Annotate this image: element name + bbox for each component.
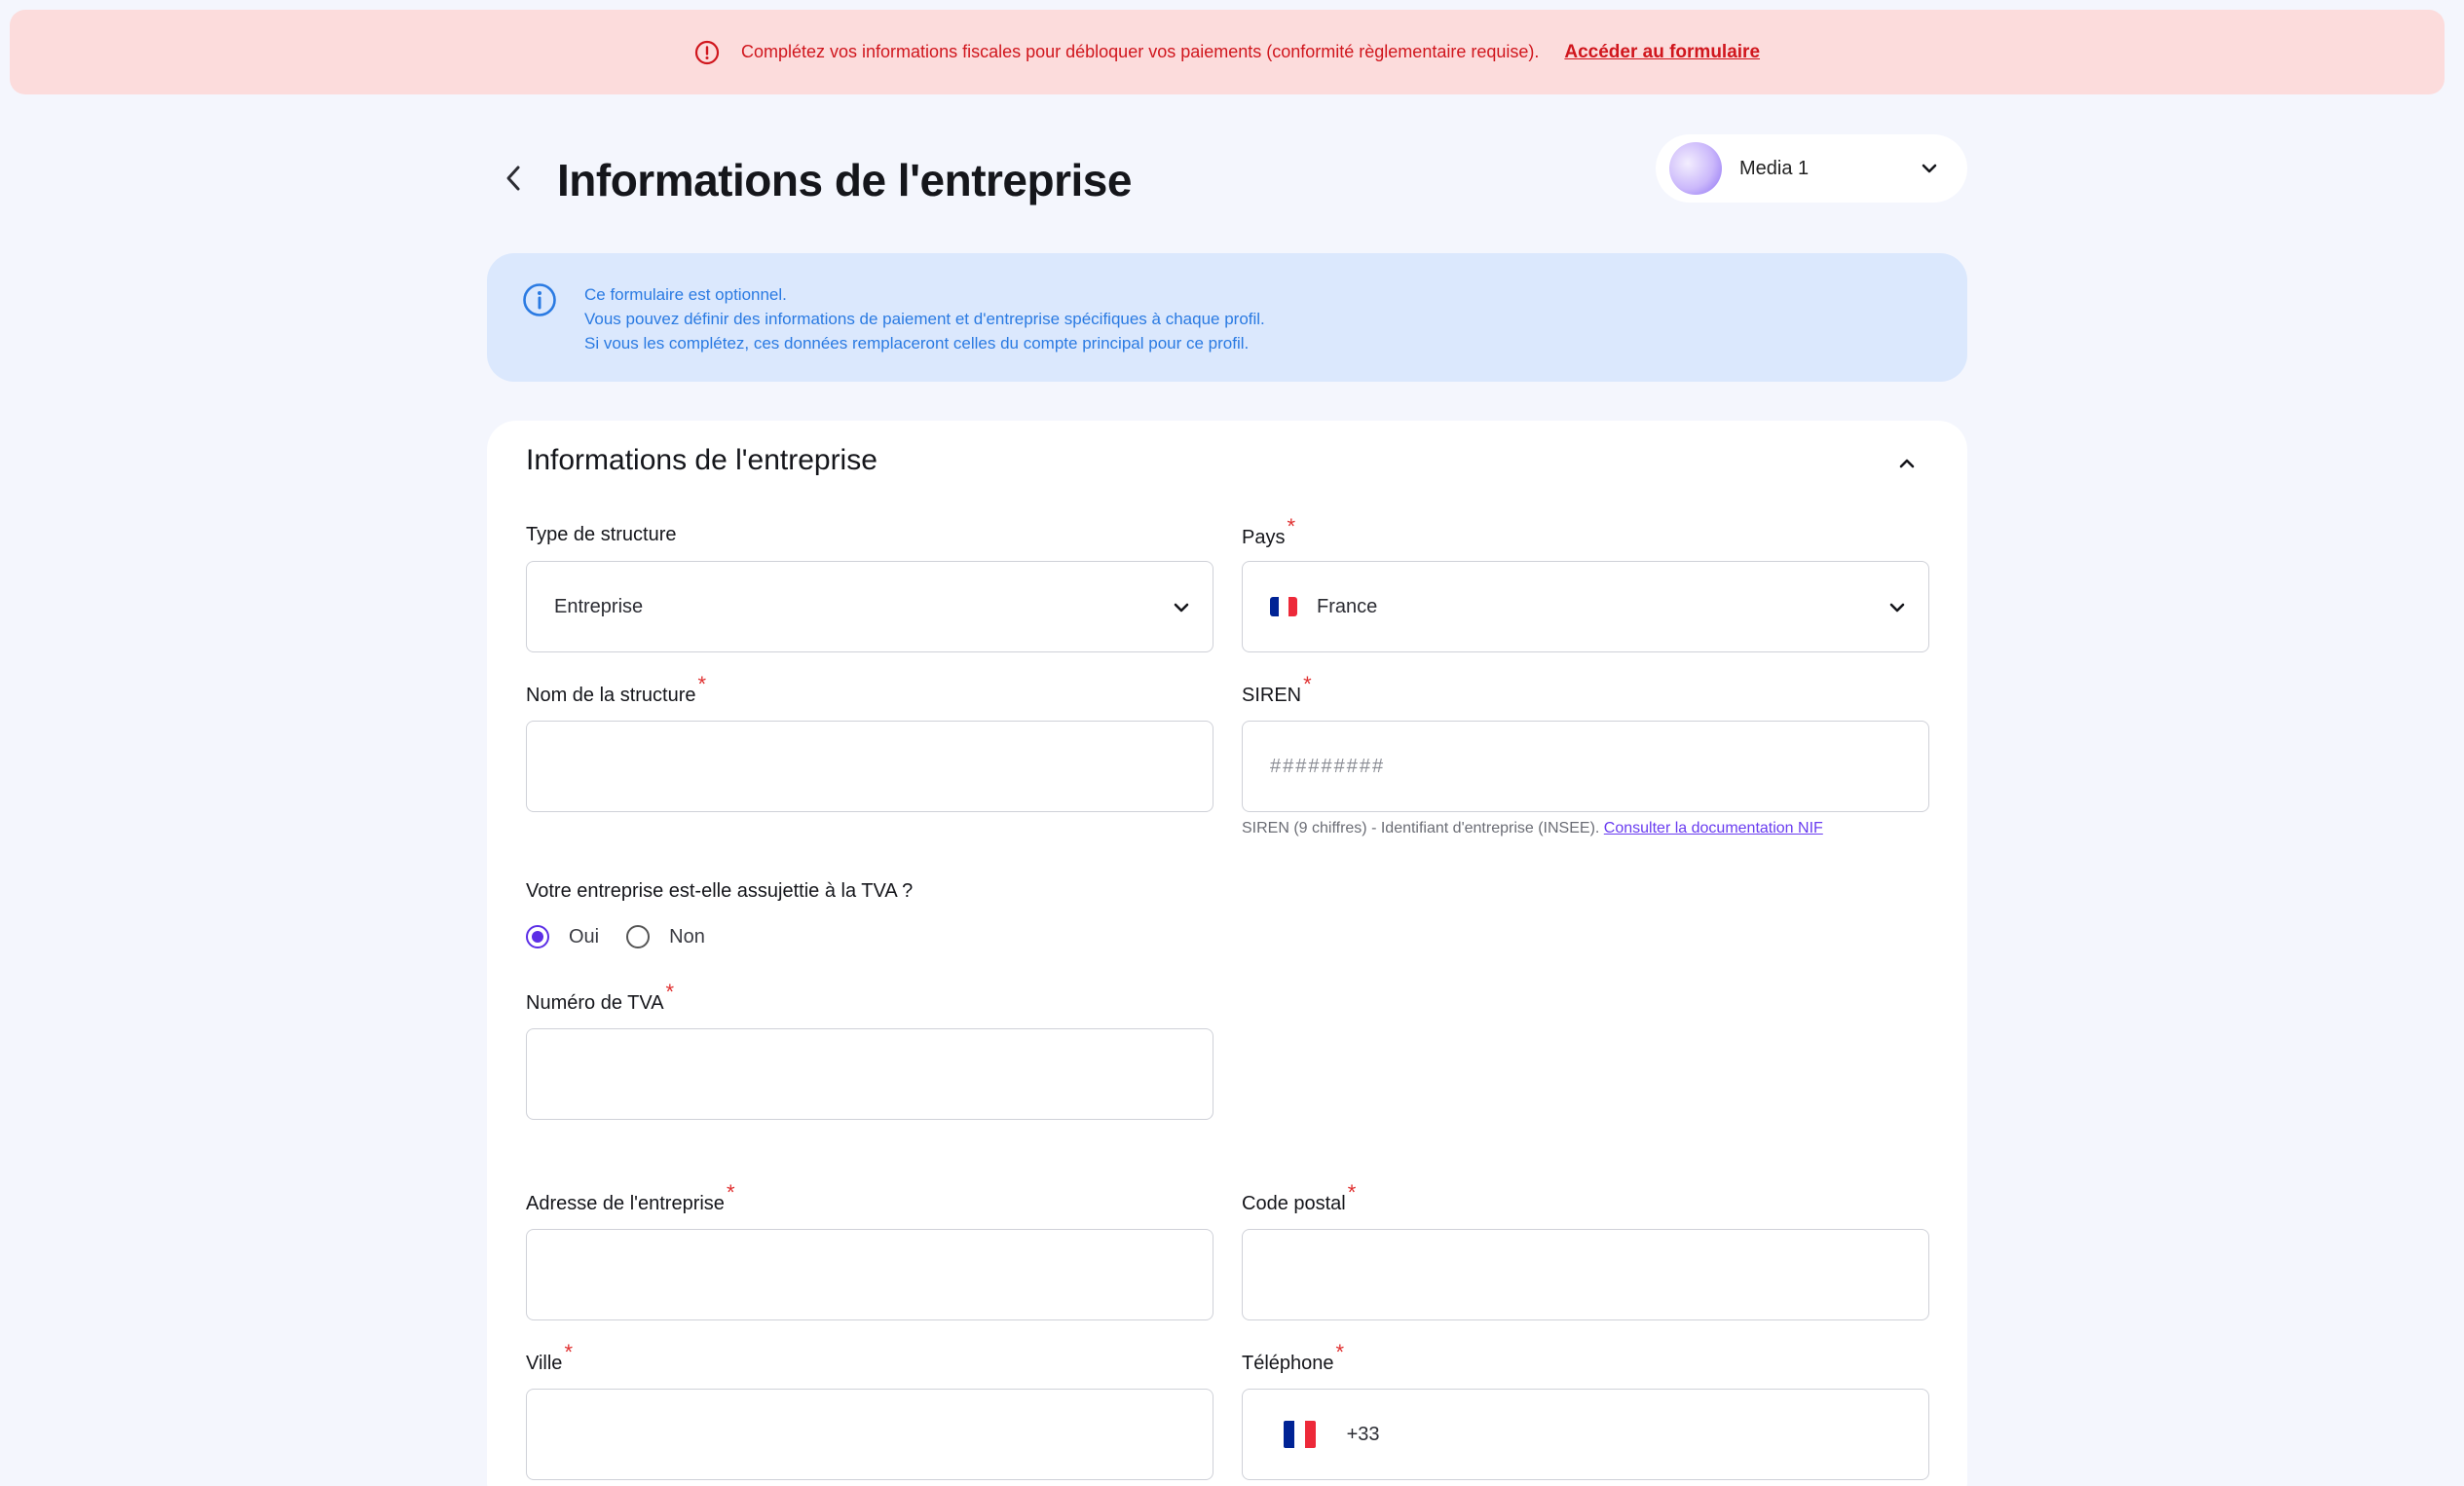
notice-line: Ce formulaire est optionnel. xyxy=(584,285,787,304)
vat-number-input[interactable] xyxy=(554,1029,1213,1119)
vat-yes-radio[interactable] xyxy=(526,925,549,948)
postal-code-input[interactable] xyxy=(1270,1230,1928,1319)
siren-field[interactable] xyxy=(1242,721,1929,812)
vat-radio-group: Oui Non xyxy=(526,925,732,948)
company-info-card: Informations de l'entreprise Type de str… xyxy=(487,421,1967,1486)
city-field[interactable] xyxy=(526,1389,1213,1480)
france-flag-icon xyxy=(1270,597,1297,616)
chevron-up-icon xyxy=(1899,459,1915,468)
vat-question-label: Votre entreprise est-elle assujettie à l… xyxy=(526,880,914,902)
chevron-left-icon xyxy=(503,164,524,198)
vat-no-label: Non xyxy=(669,925,705,947)
country-value: France xyxy=(1317,595,1378,617)
postal-code-label: Code postal* xyxy=(1242,1180,1357,1214)
phone-input[interactable] xyxy=(1391,1390,1928,1479)
vat-yes-label: Oui xyxy=(569,925,600,947)
phone-prefix: +33 xyxy=(1346,1423,1380,1445)
structure-name-label: Nom de la structure* xyxy=(526,672,707,706)
page-header: Informations de l'entreprise Media 1 xyxy=(487,127,1967,234)
address-field[interactable] xyxy=(526,1229,1213,1320)
alert-circle-icon xyxy=(694,40,720,65)
nif-documentation-link[interactable]: Consulter la documentation NIF xyxy=(1604,820,1823,836)
notice-line: Vous pouvez définir des informations de … xyxy=(584,310,1265,328)
optional-form-notice: Ce formulaire est optionnel. Vous pouvez… xyxy=(487,253,1967,382)
structure-type-value: Entreprise xyxy=(554,595,644,617)
compliance-banner: Complétez vos informations fiscales pour… xyxy=(10,10,2445,94)
address-input[interactable] xyxy=(554,1230,1213,1319)
info-icon xyxy=(522,282,557,317)
chevron-down-icon xyxy=(1921,160,1938,177)
page-title: Informations de l'entreprise xyxy=(557,155,1132,205)
city-input[interactable] xyxy=(554,1390,1213,1479)
address-label: Adresse de l'entreprise* xyxy=(526,1180,735,1214)
back-button[interactable] xyxy=(499,166,528,195)
phone-label: Téléphone* xyxy=(1242,1340,1345,1374)
vat-no-radio[interactable] xyxy=(626,925,651,948)
siren-label: SIREN* xyxy=(1242,672,1312,706)
structure-type-label: Type de structure xyxy=(526,524,677,545)
profile-selector[interactable]: Media 1 xyxy=(1656,134,1967,203)
city-label: Ville* xyxy=(526,1340,573,1374)
siren-input[interactable] xyxy=(1270,722,1928,811)
france-flag-icon[interactable] xyxy=(1284,1421,1316,1448)
postal-code-field[interactable] xyxy=(1242,1229,1929,1320)
banner-form-link[interactable]: Accéder au formulaire xyxy=(1564,42,1760,63)
phone-field[interactable]: +33 xyxy=(1242,1389,1929,1480)
collapse-button[interactable] xyxy=(1895,452,1919,475)
vat-number-label: Numéro de TVA* xyxy=(526,980,675,1014)
avatar xyxy=(1669,142,1722,195)
country-select[interactable]: France xyxy=(1242,561,1929,652)
banner-message: Complétez vos informations fiscales pour… xyxy=(740,42,1540,61)
siren-help: SIREN (9 chiffres) - Identifiant d'entre… xyxy=(1242,820,1823,836)
chevron-down-icon xyxy=(1172,598,1191,617)
structure-name-field[interactable] xyxy=(526,721,1213,812)
notice-line: Si vous les complétez, ces données rempl… xyxy=(584,334,1250,353)
section-title: Informations de l'entreprise xyxy=(526,444,877,476)
country-label: Pays* xyxy=(1242,514,1296,548)
vat-number-field[interactable] xyxy=(526,1028,1213,1120)
structure-name-input[interactable] xyxy=(554,722,1213,811)
chevron-down-icon xyxy=(1887,598,1907,617)
structure-type-select[interactable]: Entreprise xyxy=(526,561,1213,652)
profile-name: Media 1 xyxy=(1739,157,1810,179)
